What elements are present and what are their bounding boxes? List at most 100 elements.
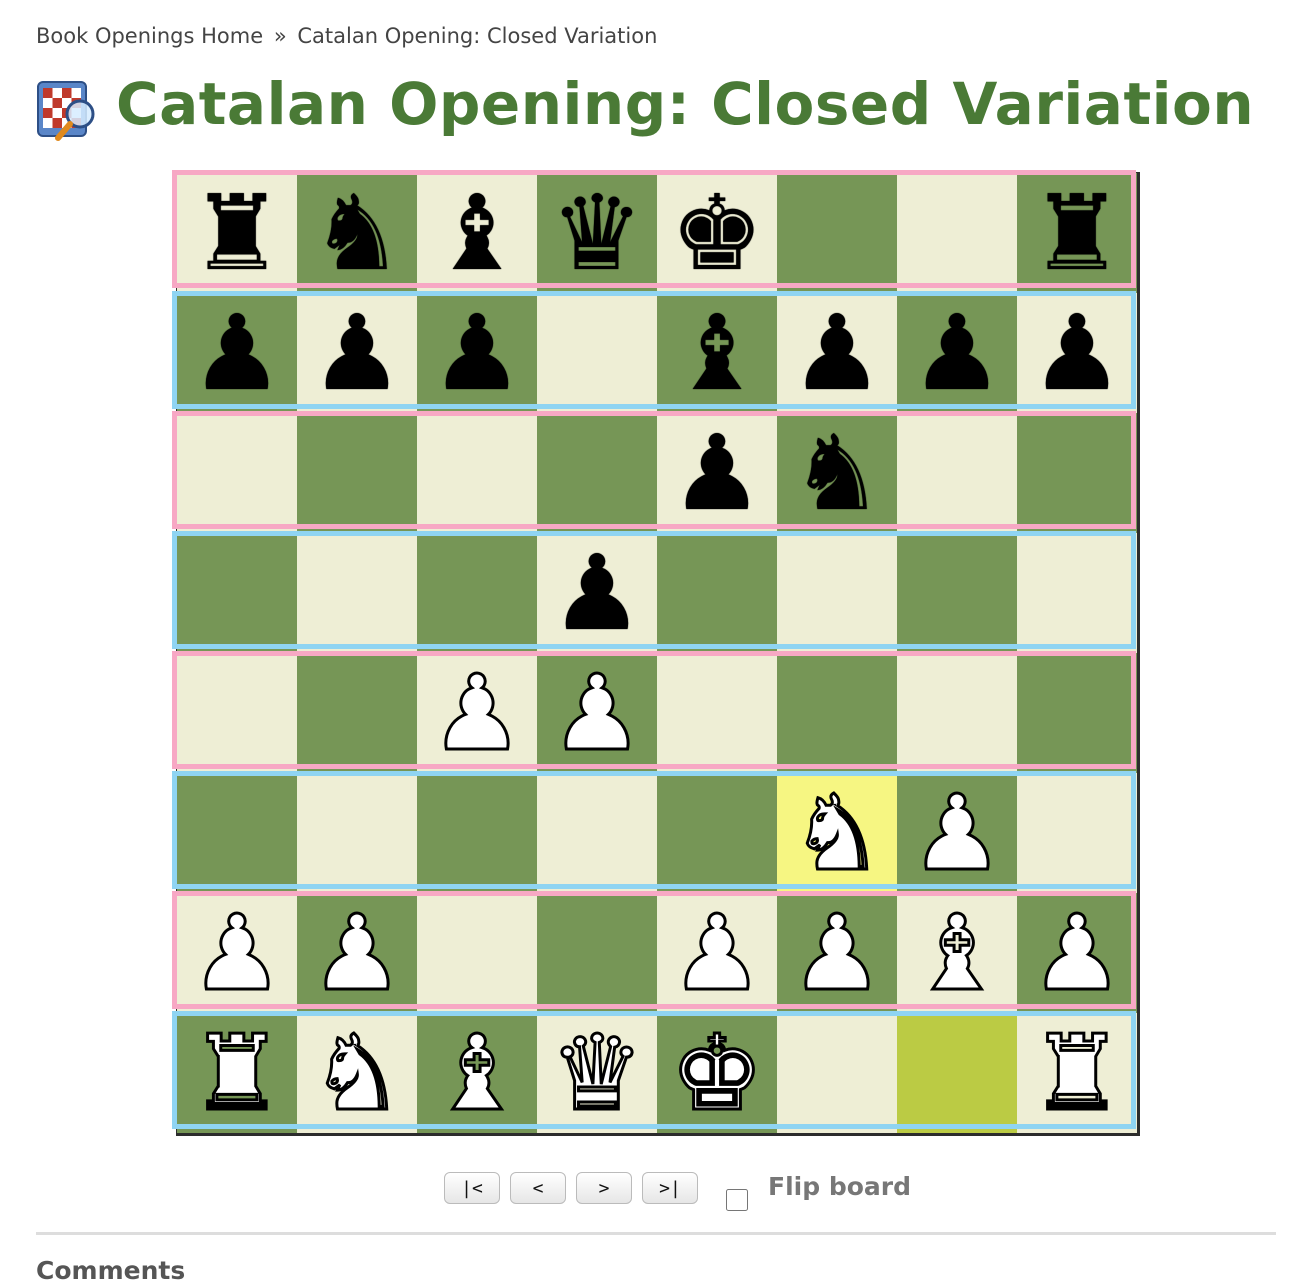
square-e1[interactable]: ♚ (657, 1013, 777, 1133)
black-queen-icon[interactable]: ♛ (550, 181, 643, 285)
square-e7[interactable]: ♝ (657, 293, 777, 413)
white-knight-icon[interactable]: ♞ (309, 1020, 405, 1127)
black-pawn-icon[interactable]: ♟ (190, 301, 283, 405)
white-rook-icon[interactable]: ♜ (1029, 1020, 1125, 1127)
square-c6[interactable] (417, 413, 537, 533)
square-c5[interactable] (417, 533, 537, 653)
square-g3[interactable]: ♟ (897, 773, 1017, 893)
black-pawn-icon[interactable]: ♟ (790, 301, 883, 405)
white-pawn-icon[interactable]: ♟ (909, 780, 1005, 887)
white-bishop-icon[interactable]: ♝ (429, 1020, 525, 1127)
square-g4[interactable] (897, 653, 1017, 773)
white-pawn-icon[interactable]: ♟ (309, 900, 405, 1007)
square-b5[interactable] (297, 533, 417, 653)
square-b2[interactable]: ♟ (297, 893, 417, 1013)
square-g7[interactable]: ♟ (897, 293, 1017, 413)
breadcrumb-home-link[interactable]: Book Openings Home (36, 24, 263, 48)
square-b3[interactable] (297, 773, 417, 893)
square-a5[interactable] (177, 533, 297, 653)
square-f1[interactable] (777, 1013, 897, 1133)
square-b8[interactable]: ♞ (297, 173, 417, 293)
chess-board[interactable]: ♜ ♞ ♝ ♛ ♚ ♜ ♟ ♟ ♟ ♝ ♟ ♟ ♟ ♟ ♞ ♟ ♟ ♟ ♞ ♟ ♟ ♟ ♟ ♟ ♝ ♟ ♜ ♞ ♝ ♛ ♚ ♜ (176, 172, 1140, 1136)
square-h4[interactable] (1017, 653, 1137, 773)
white-pawn-icon[interactable]: ♟ (189, 900, 285, 1007)
square-c3[interactable] (417, 773, 537, 893)
square-d6[interactable] (537, 413, 657, 533)
square-f2[interactable]: ♟ (777, 893, 897, 1013)
square-d3[interactable] (537, 773, 657, 893)
square-f6[interactable]: ♞ (777, 413, 897, 533)
square-e6[interactable]: ♟ (657, 413, 777, 533)
black-pawn-icon[interactable]: ♟ (670, 421, 763, 525)
previous-move-button[interactable]: < (510, 1172, 566, 1204)
square-h1[interactable]: ♜ (1017, 1013, 1137, 1133)
first-move-button[interactable]: |< (444, 1172, 500, 1204)
flip-board-checkbox[interactable] (726, 1189, 748, 1211)
square-a7[interactable]: ♟ (177, 293, 297, 413)
square-b1[interactable]: ♞ (297, 1013, 417, 1133)
square-g2[interactable]: ♝ (897, 893, 1017, 1013)
square-a4[interactable] (177, 653, 297, 773)
white-pawn-icon[interactable]: ♟ (549, 660, 645, 767)
square-f5[interactable] (777, 533, 897, 653)
black-rook-icon[interactable]: ♜ (190, 181, 283, 285)
square-b4[interactable] (297, 653, 417, 773)
square-g1[interactable] (897, 1013, 1017, 1133)
square-h8[interactable]: ♜ (1017, 173, 1137, 293)
square-f3[interactable]: ♞ (777, 773, 897, 893)
square-h2[interactable]: ♟ (1017, 893, 1137, 1013)
square-e2[interactable]: ♟ (657, 893, 777, 1013)
white-rook-icon[interactable]: ♜ (189, 1020, 285, 1127)
square-a6[interactable] (177, 413, 297, 533)
last-move-button[interactable]: >| (642, 1172, 698, 1204)
square-c8[interactable]: ♝ (417, 173, 537, 293)
white-bishop-icon[interactable]: ♝ (909, 900, 1005, 1007)
white-knight-icon[interactable]: ♞ (789, 780, 885, 887)
black-pawn-icon[interactable]: ♟ (310, 301, 403, 405)
square-d7[interactable] (537, 293, 657, 413)
square-c4[interactable]: ♟ (417, 653, 537, 773)
square-h7[interactable]: ♟ (1017, 293, 1137, 413)
next-move-button[interactable]: > (576, 1172, 632, 1204)
black-pawn-icon[interactable]: ♟ (430, 301, 523, 405)
white-pawn-icon[interactable]: ♟ (1029, 900, 1125, 1007)
black-bishop-icon[interactable]: ♝ (430, 181, 523, 285)
white-pawn-icon[interactable]: ♟ (669, 900, 765, 1007)
white-pawn-icon[interactable]: ♟ (429, 660, 525, 767)
square-d5[interactable]: ♟ (537, 533, 657, 653)
square-c7[interactable]: ♟ (417, 293, 537, 413)
square-f7[interactable]: ♟ (777, 293, 897, 413)
square-b6[interactable] (297, 413, 417, 533)
square-e4[interactable] (657, 653, 777, 773)
black-knight-icon[interactable]: ♞ (790, 421, 883, 525)
white-pawn-icon[interactable]: ♟ (789, 900, 885, 1007)
white-king-icon[interactable]: ♚ (669, 1020, 765, 1127)
white-queen-icon[interactable]: ♛ (549, 1020, 645, 1127)
square-b7[interactable]: ♟ (297, 293, 417, 413)
square-f4[interactable] (777, 653, 897, 773)
square-c2[interactable] (417, 893, 537, 1013)
square-g8[interactable] (897, 173, 1017, 293)
square-d1[interactable]: ♛ (537, 1013, 657, 1133)
square-f8[interactable] (777, 173, 897, 293)
square-e8[interactable]: ♚ (657, 173, 777, 293)
black-bishop-icon[interactable]: ♝ (670, 301, 763, 405)
square-d8[interactable]: ♛ (537, 173, 657, 293)
square-h3[interactable] (1017, 773, 1137, 893)
black-pawn-icon[interactable]: ♟ (910, 301, 1003, 405)
square-e3[interactable] (657, 773, 777, 893)
black-knight-icon[interactable]: ♞ (310, 181, 403, 285)
square-h5[interactable] (1017, 533, 1137, 653)
square-h6[interactable] (1017, 413, 1137, 533)
square-d2[interactable] (537, 893, 657, 1013)
square-c1[interactable]: ♝ (417, 1013, 537, 1133)
black-pawn-icon[interactable]: ♟ (1030, 301, 1123, 405)
flip-board-label[interactable]: Flip board (768, 1172, 911, 1201)
square-a1[interactable]: ♜ (177, 1013, 297, 1133)
square-a2[interactable]: ♟ (177, 893, 297, 1013)
square-g5[interactable] (897, 533, 1017, 653)
square-d4[interactable]: ♟ (537, 653, 657, 773)
black-pawn-icon[interactable]: ♟ (550, 541, 643, 645)
square-a8[interactable]: ♜ (177, 173, 297, 293)
square-e5[interactable] (657, 533, 777, 653)
